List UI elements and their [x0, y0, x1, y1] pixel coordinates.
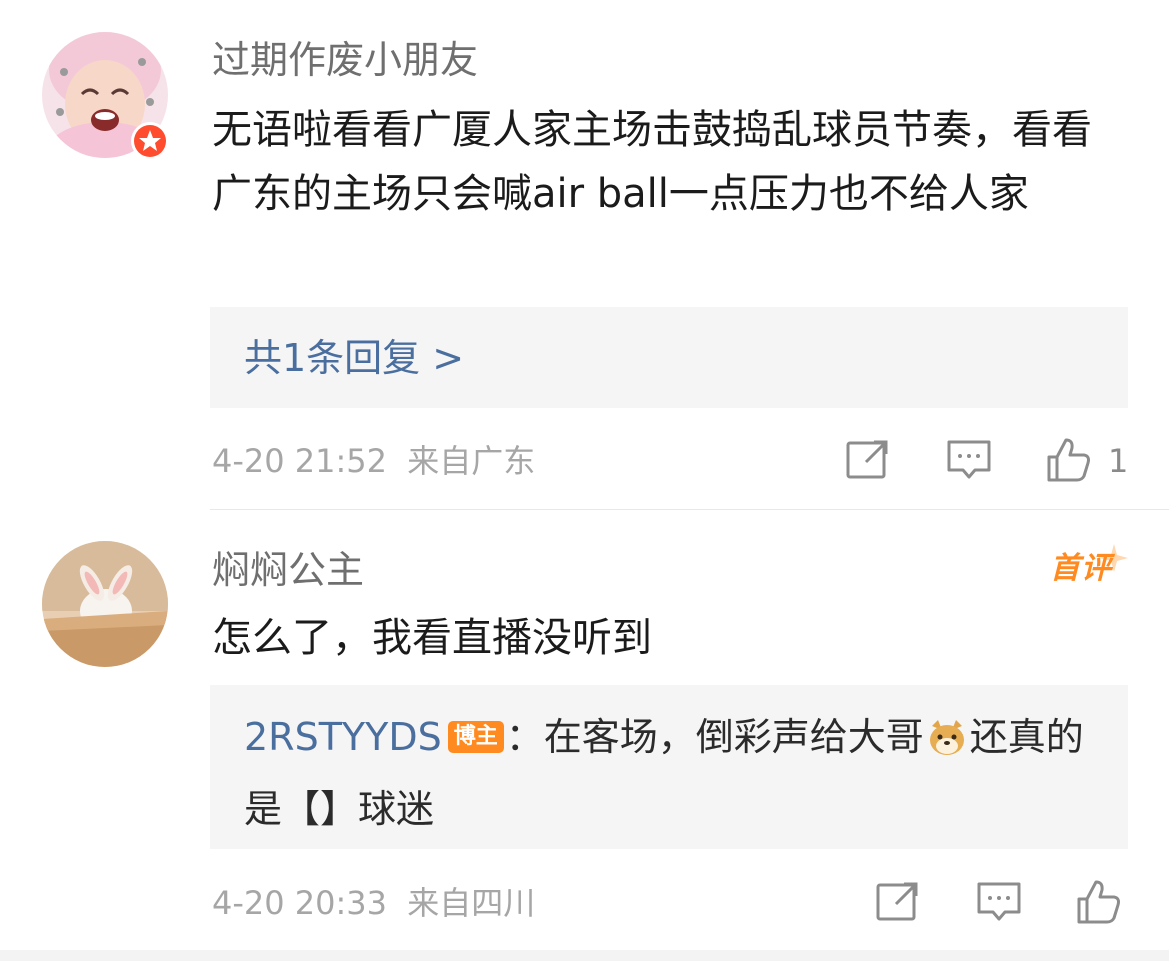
comment-username[interactable]: 焖焖公主 — [212, 546, 364, 594]
repost-icon[interactable] — [874, 879, 920, 925]
like-icon[interactable] — [1046, 437, 1092, 483]
reply-summary-box[interactable]: 共1条回复 > — [210, 307, 1128, 408]
first-comment-badge-label: 首评 — [1050, 551, 1112, 586]
doge-emoji-icon — [926, 713, 968, 777]
first-comment-badge: 首评 — [1050, 544, 1130, 590]
reply-preview: 2RSTYYDS 博主 ：在客场，倒彩声给大哥 还真的是【】球迷 — [244, 705, 1104, 841]
like-icon[interactable] — [1076, 879, 1122, 925]
vip-star-icon — [131, 122, 169, 160]
avatar[interactable] — [42, 541, 168, 667]
comment-icon[interactable] — [976, 879, 1022, 925]
comment-item: 过期作废小朋友 无语啦看看广厦人家主场击鼓捣乱球员节奏，看看广东的主场只会喊ai… — [0, 0, 1169, 510]
reply-text: ：在客场，倒彩声给大哥 — [505, 715, 924, 759]
reply-username[interactable]: 2RSTYYDS — [244, 715, 442, 759]
avatar-image — [42, 541, 168, 667]
comment-username[interactable]: 过期作废小朋友 — [212, 36, 478, 84]
comment-item: 焖焖公主 首评 怎么了，我看直播没听到 2RSTYYDS 博主 ：在客场，倒彩声给大… — [0, 510, 1169, 950]
author-badge: 博主 — [447, 721, 504, 753]
comment-text: 怎么了，我看直播没听到 — [212, 615, 652, 661]
view-replies-link[interactable]: 共1条回复 > — [244, 334, 464, 382]
comment-text: 无语啦看看广厦人家主场击鼓捣乱球员节奏，看看广东的主场只会喊air ball一点… — [212, 107, 1092, 217]
repost-icon[interactable] — [844, 437, 890, 483]
comment-actions — [0, 879, 1169, 929]
comment-actions: 1 — [0, 437, 1169, 487]
comment-icon[interactable] — [946, 437, 992, 483]
bottom-separator — [0, 950, 1169, 961]
like-count: 1 — [1108, 442, 1129, 480]
reply-preview-box[interactable]: 2RSTYYDS 博主 ：在客场，倒彩声给大哥 还真的是【】球迷 — [210, 685, 1128, 849]
